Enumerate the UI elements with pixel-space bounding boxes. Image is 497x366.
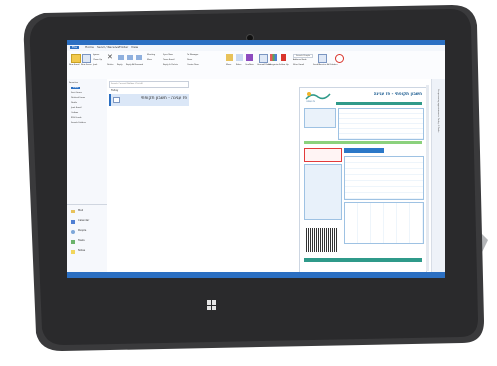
mail-subject: פז עגינה - חשבון תקופתי <box>140 96 187 101</box>
bill-document: חשבון תקופתי - פז עגינה פז עגינה <box>299 87 427 273</box>
tab-send-receive[interactable]: Send / Receive <box>97 46 119 49</box>
bill-table <box>344 156 424 200</box>
bill-info-box <box>304 108 336 128</box>
filter-email-button[interactable]: Filter Email <box>293 64 304 66</box>
unread-read-icon[interactable] <box>259 54 268 63</box>
follow-up-flag-icon[interactable] <box>281 54 286 61</box>
move-label: Move <box>226 64 232 66</box>
search-people-box[interactable]: Search People <box>293 54 314 58</box>
notes-icon <box>71 250 75 254</box>
new-email-icon[interactable] <box>71 54 81 63</box>
bill-logo-text: פז עגינה <box>306 100 316 103</box>
new-items-icon[interactable] <box>82 54 91 63</box>
send-receive-icon[interactable] <box>318 54 327 63</box>
meeting-button[interactable]: Meeting <box>147 54 155 56</box>
create-new-button[interactable]: Create New <box>187 64 199 66</box>
tablet-screen: File Home Send / Receive Folder View New… <box>67 40 445 278</box>
folder-deleted-items[interactable]: Deleted Items <box>71 97 85 99</box>
folder-inbox[interactable]: Inbox <box>71 87 81 89</box>
to-manager-button[interactable]: To Manager <box>187 54 199 56</box>
folder-drafts[interactable]: Drafts <box>71 102 77 104</box>
windows-logo-icon[interactable] <box>207 300 217 310</box>
folder-favorites[interactable]: Favorites <box>69 82 78 84</box>
bill-green-stripe <box>304 141 422 144</box>
follow-up-label: Follow Up <box>279 64 289 66</box>
ribbon-home: New Email New Items Ignore Clean Up Junk… <box>67 51 445 80</box>
forward-label: Forward <box>135 64 144 66</box>
reply-delete-button[interactable]: Reply & Delete <box>163 64 178 66</box>
tab-file[interactable]: File <box>70 46 80 49</box>
address-book-button[interactable]: Address Book <box>293 59 307 61</box>
done-button[interactable]: Done <box>187 59 192 61</box>
rules-icon[interactable] <box>236 54 243 61</box>
acrobat-icon[interactable] <box>335 54 344 63</box>
list-item[interactable]: פז עגינה - חשבון תקופתי <box>109 94 189 106</box>
more-button[interactable]: More <box>147 59 152 61</box>
nav-mail[interactable]: Mail <box>78 209 83 213</box>
nav-tasks[interactable]: Tasks <box>78 239 85 243</box>
folder-search-folders[interactable]: Search Folders <box>71 122 86 124</box>
tab-view[interactable]: View <box>131 46 138 49</box>
calendar-icon <box>71 220 75 224</box>
tab-home[interactable]: Home <box>85 46 94 49</box>
onenote-label: OneNote <box>245 64 254 66</box>
forward-icon[interactable] <box>136 55 142 60</box>
bill-header-band <box>336 102 422 105</box>
tab-folder[interactable]: Folder <box>119 46 128 49</box>
nav-divider <box>67 204 107 205</box>
folder-rss-feeds[interactable]: RSS Feeds <box>71 117 81 119</box>
reply-label: Reply <box>117 64 123 66</box>
categorize-label: Categorize <box>268 64 279 66</box>
photo-stage: File Home Send / Receive Folder View New… <box>0 0 497 366</box>
reply-icon[interactable] <box>118 55 124 60</box>
tasks-icon <box>71 240 75 244</box>
folder-sent-items[interactable]: Sent Items <box>71 92 82 94</box>
bill-highlight <box>344 148 384 153</box>
bill-bottom-table <box>344 202 424 244</box>
bill-red-alert <box>304 148 342 162</box>
ignore-button[interactable]: Ignore <box>93 54 99 56</box>
reply-all-icon[interactable] <box>127 55 133 60</box>
folder-junk-email[interactable]: Junk Email <box>71 107 81 109</box>
sync-now-button[interactable]: Sync Now <box>163 54 173 56</box>
nav-calendar[interactable]: Calendar <box>78 219 89 223</box>
new-email-label: New Email <box>69 64 80 66</box>
people-icon <box>71 230 75 234</box>
rules-label: Rules <box>236 64 242 66</box>
bill-footer-band <box>304 258 422 262</box>
bill-barcode <box>306 228 338 252</box>
move-icon[interactable] <box>226 54 233 61</box>
search-input[interactable]: Search Current Mailbox (Ctrl+E) <box>111 83 143 85</box>
bill-title: חשבון תקופתי - פז עגינה <box>373 91 422 96</box>
reading-pane: חשבון תקופתי - פז עגינה פז עגינה <box>189 79 431 273</box>
bill-side-panel <box>304 164 342 220</box>
group-header-today: Today <box>111 89 119 92</box>
delete-icon[interactable]: ✕ <box>107 54 114 61</box>
send-receive-all-label: Send/Receive All Folders <box>313 64 338 66</box>
clean-up-button[interactable]: Clean Up <box>93 59 102 61</box>
bill-summary-box <box>338 108 424 140</box>
mail-icon <box>71 210 75 213</box>
envelope-icon <box>113 97 120 103</box>
categorize-icon[interactable] <box>270 54 277 61</box>
new-items-label: New Items <box>81 64 92 66</box>
todo-bar: No upcoming appointments. Today: 0 Tasks <box>431 79 445 272</box>
delete-label: Delete <box>107 64 114 66</box>
todo-bar-label: No upcoming appointments. Today: 0 Tasks <box>437 89 439 133</box>
onenote-icon[interactable] <box>246 54 253 61</box>
team-email-button[interactable]: Team Email <box>163 59 174 61</box>
message-list: Search Current Mailbox (Ctrl+E) Today פז… <box>107 79 190 272</box>
reading-scrollbar[interactable] <box>426 85 429 271</box>
search-box[interactable]: Search Current Mailbox (Ctrl+E) <box>109 81 189 88</box>
nav-people[interactable]: People <box>78 229 86 233</box>
nav-notes[interactable]: Notes <box>78 249 85 253</box>
outlook-window: File Home Send / Receive Folder View New… <box>67 40 445 278</box>
reply-all-label: Reply All <box>126 64 135 66</box>
folder-outbox[interactable]: Outbox <box>71 112 78 114</box>
folder-pane: Favorites Inbox Sent Items Deleted Items… <box>67 79 108 272</box>
status-bar <box>67 272 445 278</box>
junk-button[interactable]: Junk <box>93 64 97 66</box>
